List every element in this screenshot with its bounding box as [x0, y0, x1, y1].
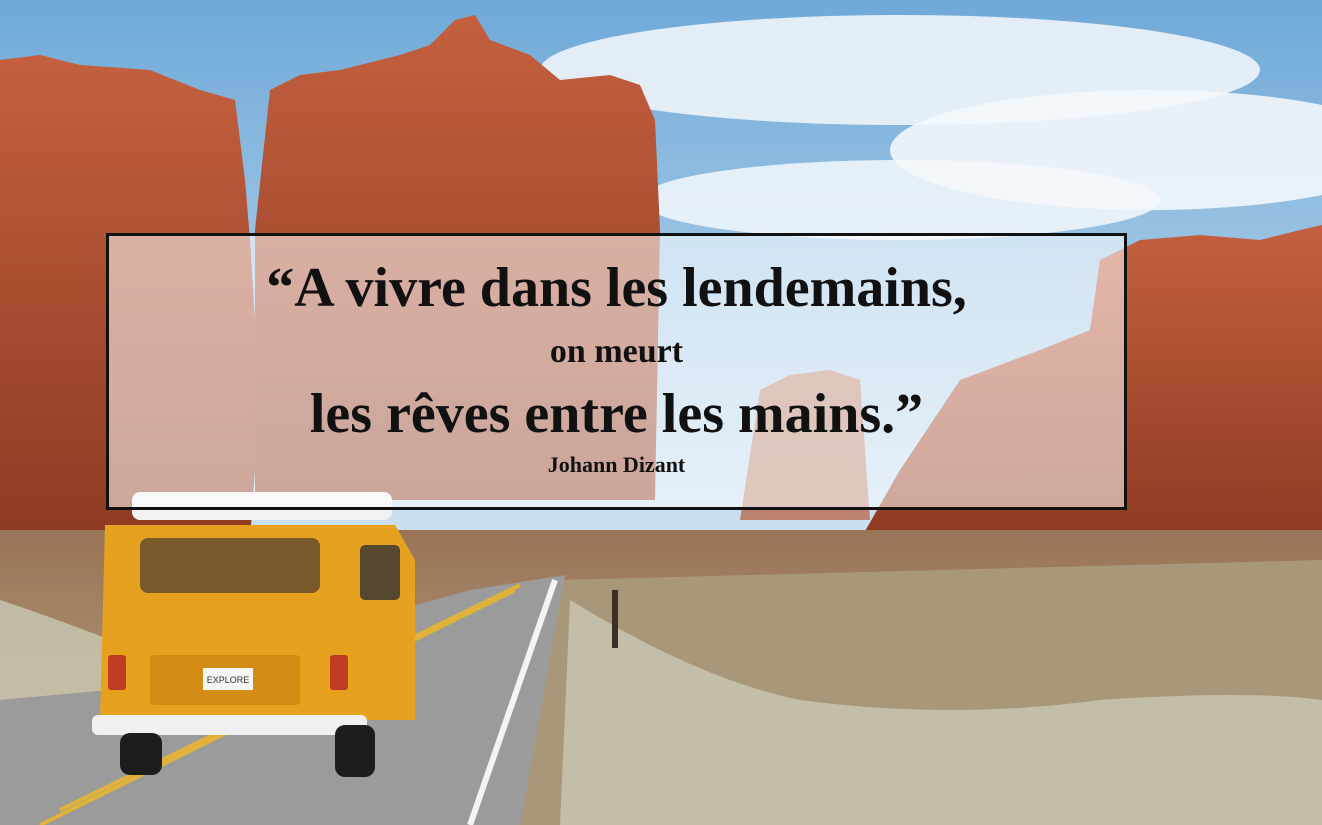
road-post: [612, 590, 618, 648]
van-taillight-left: [108, 655, 126, 690]
quote-author: Johann Dizant: [547, 452, 686, 477]
van-side-window: [360, 545, 400, 600]
quote-box: “A vivre dans les lendemains, on meurt l…: [106, 233, 1127, 510]
van: EXPLORE: [92, 492, 415, 777]
cloud: [640, 160, 1160, 240]
van-wheel-left: [120, 733, 162, 775]
license-plate-text: EXPLORE: [207, 675, 250, 685]
quote-line-1: “A vivre dans les lendemains,: [266, 257, 967, 319]
quote-line-2: on meurt: [549, 333, 684, 370]
van-taillight-right: [330, 655, 348, 690]
van-wheel-right: [335, 725, 375, 777]
van-rear-window: [140, 538, 320, 593]
van-bumper: [92, 715, 367, 735]
quote-line-3: les rêves entre les mains.”: [309, 383, 924, 445]
